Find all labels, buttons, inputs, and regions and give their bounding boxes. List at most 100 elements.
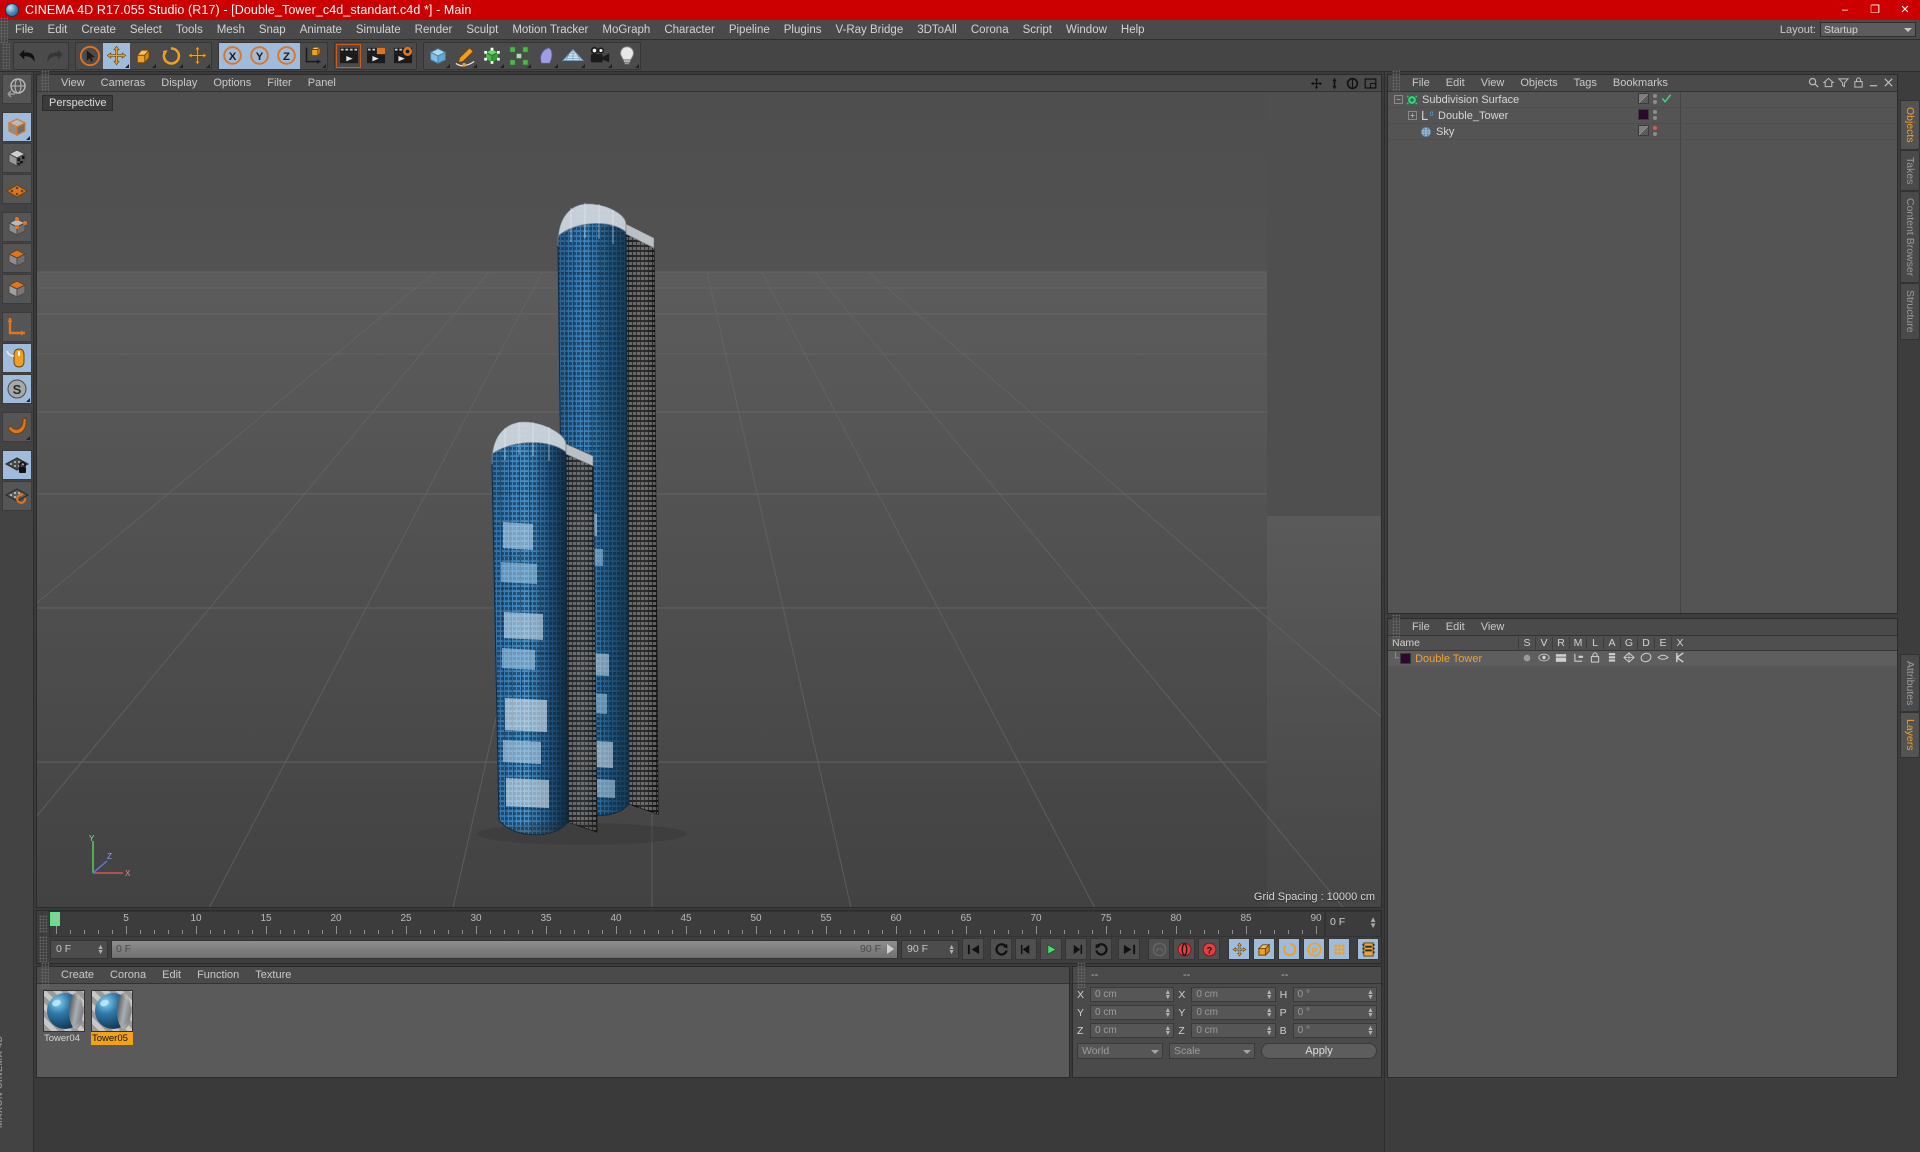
record-active-objects-icon[interactable] (1173, 938, 1195, 960)
step-forward-keyframe-icon[interactable] (1090, 938, 1112, 960)
menu-item-window[interactable]: Window (1059, 20, 1114, 40)
menu-item-mograph[interactable]: MoGraph (595, 20, 657, 40)
material-menu-edit[interactable]: Edit (154, 969, 189, 981)
material-menu-corona[interactable]: Corona (102, 969, 154, 981)
material-menu-create[interactable]: Create (53, 969, 102, 981)
rotate-icon[interactable] (157, 43, 184, 69)
layer-toggle-r[interactable] (1554, 653, 1568, 663)
tab-objects[interactable]: Objects (1900, 100, 1920, 150)
play-forward-icon[interactable] (1040, 938, 1062, 960)
viewport-menu-cameras[interactable]: Cameras (93, 77, 154, 89)
polygons-mode-icon[interactable] (1, 243, 32, 273)
menu-item-simulate[interactable]: Simulate (349, 20, 408, 40)
menu-item-mesh[interactable]: Mesh (210, 20, 252, 40)
object-axis-mode-icon[interactable] (1, 274, 32, 304)
layer-rows[interactable]: └ Double Tower (1388, 651, 1897, 1077)
object-menu-tags[interactable]: Tags (1566, 77, 1605, 89)
step-back-keyframe-icon[interactable] (990, 938, 1012, 960)
viewport-solo-icon[interactable] (1, 343, 32, 373)
axis-y-icon[interactable]: Y (246, 42, 273, 69)
edges-mode-icon[interactable] (1, 212, 32, 242)
rotate-view-icon[interactable] (1346, 77, 1359, 90)
material-preview-sphere[interactable] (43, 990, 85, 1032)
coordinates-grip[interactable] (1077, 962, 1085, 988)
texture-mode-icon[interactable] (1, 143, 32, 173)
axis-z-icon[interactable]: Z (273, 42, 300, 69)
object-row[interactable]: Sky (1388, 124, 1897, 140)
object-row[interactable]: − Subdivision Surface (1388, 92, 1897, 108)
workplane-lock-icon[interactable] (1, 450, 32, 480)
position-key-icon[interactable] (1228, 938, 1250, 960)
menu-item-plugins[interactable]: Plugins (777, 20, 829, 40)
material-list[interactable]: Tower04 Tower05 (37, 984, 1069, 1077)
menu-item-render[interactable]: Render (408, 20, 460, 40)
timeline-current-frame-field[interactable]: 0 F ▲ ▼ (1325, 911, 1381, 937)
menu-item-help[interactable]: Help (1114, 20, 1152, 40)
size-z-field[interactable]: 0 cm ▲ ▼ (1191, 1023, 1276, 1038)
apply-button[interactable]: Apply (1261, 1043, 1377, 1059)
layer-toggle-l[interactable] (1588, 652, 1602, 663)
object-row[interactable]: +0 Double_Tower (1388, 108, 1897, 124)
layer-column-x[interactable]: X (1671, 637, 1688, 649)
magnet-icon[interactable] (1, 412, 32, 442)
timeline-ruler[interactable]: 0 5 10 15 20 25 30 35 40 45 50 55 60 65 70 75 80 85 90 (49, 911, 1325, 937)
menu-item-file[interactable]: File (8, 20, 41, 40)
menu-item-create[interactable]: Create (74, 20, 123, 40)
size-x-field[interactable]: 0 cm ▲ ▼ (1191, 987, 1276, 1002)
object-menu-file[interactable]: File (1404, 77, 1438, 89)
layer-row[interactable]: └ Double Tower (1388, 651, 1897, 666)
spinner-icon[interactable]: ▲ ▼ (1367, 1007, 1374, 1019)
menu-item-corona[interactable]: Corona (964, 20, 1016, 40)
rot-h-field[interactable]: 0 ° ▲ ▼ (1292, 987, 1377, 1002)
cube-primitive-icon[interactable] (424, 43, 451, 69)
light-bulb-icon[interactable] (613, 43, 640, 69)
layer-column-a[interactable]: A (1603, 637, 1620, 649)
close-icon[interactable] (1883, 77, 1894, 88)
viewport-menu-filter[interactable]: Filter (259, 77, 299, 89)
menu-item-motion-tracker[interactable]: Motion Tracker (505, 20, 595, 40)
axis-move-icon[interactable] (1, 312, 32, 342)
layer-color-swatch[interactable] (1400, 653, 1412, 664)
spinner-icon[interactable]: ▲ ▼ (1266, 1007, 1273, 1019)
material-item[interactable]: Tower04 (43, 990, 85, 1045)
layer-column-e[interactable]: E (1654, 637, 1671, 649)
layer-menu-file[interactable]: File (1404, 621, 1438, 633)
rot-b-field[interactable]: 0 ° ▲ ▼ (1292, 1023, 1377, 1038)
tab-attributes[interactable]: Attributes (1900, 653, 1920, 713)
menu-item-snap[interactable]: Snap (252, 20, 293, 40)
points-mode-icon[interactable] (1, 174, 32, 204)
tab-layers[interactable]: Layers (1900, 712, 1920, 758)
size-y-field[interactable]: 0 cm ▲ ▼ (1191, 1005, 1276, 1020)
layer-column-r[interactable]: R (1552, 637, 1569, 649)
scale-key-icon[interactable] (1253, 938, 1275, 960)
rot-p-field[interactable]: 0 ° ▲ ▼ (1292, 1005, 1377, 1020)
step-back-frame-icon[interactable] (1015, 938, 1037, 960)
tree-expander-icon[interactable]: + (1408, 111, 1417, 120)
object-menu-edit[interactable]: Edit (1438, 77, 1473, 89)
viewport-menu-panel[interactable]: Panel (300, 77, 344, 89)
double-tower-model[interactable] (37, 92, 1267, 907)
end-frame-field[interactable]: 90 F ▲ ▼ (901, 939, 959, 959)
tree-expander-icon[interactable]: − (1394, 95, 1403, 104)
material-tag-icon[interactable] (1638, 109, 1649, 120)
menu-grip[interactable] (0, 16, 8, 43)
tab-structure[interactable]: Structure (1900, 283, 1920, 340)
layer-toggle-a[interactable] (1605, 652, 1619, 663)
layer-column-g[interactable]: G (1620, 637, 1637, 649)
layer-column-s[interactable]: S (1518, 637, 1535, 649)
scale-icon[interactable] (130, 43, 157, 69)
menu-item-animate[interactable]: Animate (293, 20, 349, 40)
material-item[interactable]: Tower05 (91, 990, 133, 1045)
viewport-menu-display[interactable]: Display (153, 77, 205, 89)
spinner-icon[interactable]: ▲ ▼ (1164, 1025, 1171, 1037)
visibility-dots-icon[interactable] (1653, 93, 1657, 104)
object-menu-objects[interactable]: Objects (1512, 77, 1565, 89)
pos-y-field[interactable]: 0 cm ▲ ▼ (1090, 1005, 1175, 1020)
pla-key-icon[interactable] (1328, 938, 1350, 960)
autokey-link-icon[interactable] (1148, 938, 1170, 960)
timeline-scrubber[interactable]: 0 F 90 F (111, 939, 898, 959)
lock-icon[interactable] (1853, 77, 1864, 88)
keyframe-selection-icon[interactable]: ? (1198, 938, 1220, 960)
render-settings-icon[interactable] (389, 43, 416, 69)
select-cursor-icon[interactable] (76, 43, 103, 69)
